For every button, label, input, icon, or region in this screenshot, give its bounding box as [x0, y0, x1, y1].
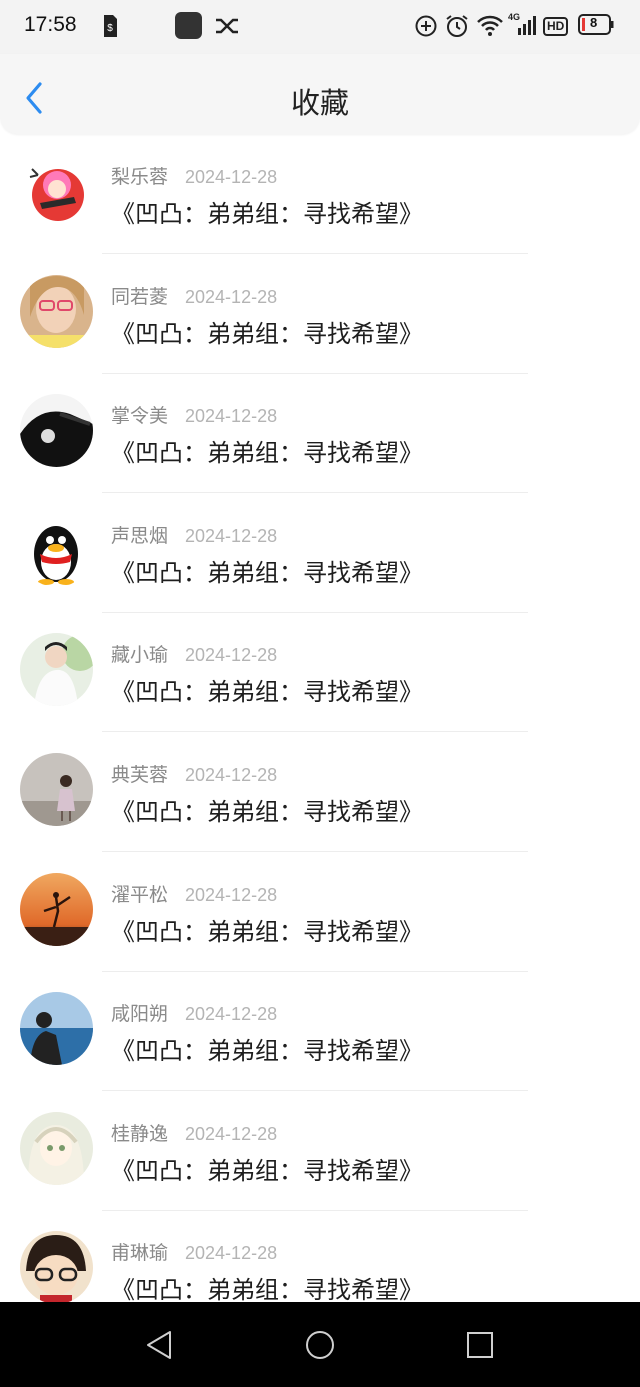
avatar	[20, 752, 93, 826]
post-title: 《凹凸：弟弟组：寻找希望》	[111, 678, 423, 707]
list-item[interactable]: 梨乐蓉 2024-12-28 《凹凸：弟弟组：寻找希望》	[0, 134, 640, 254]
avatar	[20, 1111, 93, 1185]
list-item[interactable]: 同若菱 2024-12-28 《凹凸：弟弟组：寻找希望》	[0, 254, 640, 374]
hd-icon: HD	[543, 15, 569, 36]
wifi-icon	[476, 14, 504, 42]
post-title: 《凹凸：弟弟组：寻找希望》	[111, 439, 423, 468]
post-title: 《凹凸：弟弟组：寻找希望》	[111, 558, 423, 587]
list-item[interactable]: 桂静逸 2024-12-28 《凹凸：弟弟组：寻找希望》	[0, 1091, 640, 1211]
avatar	[20, 394, 93, 468]
battery-level: 8	[590, 15, 598, 30]
status-bar: 17:58 $ 4G HD 8	[0, 0, 640, 54]
favorite-date: 2024-12-28	[185, 645, 278, 666]
list-item[interactable]: 掌令美 2024-12-28 《凹凸：弟弟组：寻找希望》	[0, 373, 640, 494]
favorite-date: 2024-12-28	[185, 764, 278, 785]
add-circle-icon	[414, 14, 438, 42]
avatar	[20, 1231, 93, 1305]
nav-home-button[interactable]	[302, 1327, 338, 1363]
post-title: 《凹凸：弟弟组：寻找希望》	[111, 319, 423, 348]
user-name: 藏小瑜	[111, 644, 169, 667]
network-label: 4G	[508, 12, 521, 22]
avatar	[20, 992, 93, 1066]
app-icon	[175, 12, 203, 44]
post-title: 《凹凸：弟弟组：寻找希望》	[111, 1156, 423, 1185]
favorite-date: 2024-12-28	[185, 167, 278, 187]
user-name: 甫琳瑜	[111, 1242, 169, 1265]
user-name: 掌令美	[111, 405, 169, 428]
back-triangle-icon	[147, 1331, 171, 1359]
nav-back-button[interactable]	[142, 1327, 178, 1363]
list-item[interactable]: 濯平松 2024-12-28 《凹凸：弟弟组：寻找希望》	[0, 852, 640, 972]
shuffle-icon	[214, 14, 240, 42]
alarm-icon	[444, 13, 470, 43]
favorite-date: 2024-12-28	[185, 1243, 278, 1264]
favorites-list: 梨乐蓉 2024-12-28 《凹凸：弟弟组：寻找希望》 同若菱 2024-12-2…	[0, 134, 640, 1330]
user-name: 典芙蓉	[111, 763, 169, 786]
post-title: 《凹凸：弟弟组：寻找希望》	[111, 917, 423, 946]
favorite-date: 2024-12-28	[185, 525, 278, 546]
home-circle-icon	[306, 1331, 334, 1359]
sim-icon: $	[102, 14, 118, 42]
avatar	[20, 872, 93, 946]
post-title: 《凹凸：弟弟组：寻找希望》	[111, 797, 423, 826]
avatar	[20, 633, 93, 707]
app-header: 收藏	[0, 54, 640, 134]
user-name: 濯平松	[111, 883, 169, 906]
favorite-date: 2024-12-28	[185, 884, 278, 905]
user-name: 同若菱	[111, 285, 169, 308]
system-nav-bar	[0, 1302, 640, 1387]
list-item[interactable]: 声思烟 2024-12-28 《凹凸：弟弟组：寻找希望》	[0, 493, 640, 613]
page-title: 收藏	[290, 86, 349, 120]
favorite-date: 2024-12-28	[185, 1004, 278, 1025]
avatar	[20, 155, 93, 228]
favorite-date: 2024-12-28	[185, 1123, 278, 1144]
user-name: 桂静逸	[111, 1122, 169, 1145]
signal-icon: 4G	[508, 12, 540, 42]
avatar	[20, 513, 93, 587]
avatar	[20, 274, 93, 348]
list-item[interactable]: 典芙蓉 2024-12-28 《凹凸：弟弟组：寻找希望》	[0, 732, 640, 852]
favorite-date: 2024-12-28	[185, 406, 278, 427]
user-name: 声思烟	[111, 524, 169, 547]
post-title: 《凹凸：弟弟组：寻找希望》	[111, 1037, 423, 1066]
nav-recents-button[interactable]	[462, 1327, 498, 1363]
svg-text:$: $	[107, 23, 113, 34]
user-name: 梨乐蓉	[111, 166, 169, 188]
post-title: 《凹凸：弟弟组：寻找希望》	[111, 200, 423, 228]
user-name: 咸阳朔	[111, 1003, 169, 1026]
favorite-date: 2024-12-28	[185, 286, 278, 307]
list-item[interactable]: 咸阳朔 2024-12-28 《凹凸：弟弟组：寻找希望》	[0, 971, 640, 1092]
post-title: 《凹凸：弟弟组：寻找希望》	[111, 1276, 423, 1305]
status-time: 17:58	[24, 13, 77, 36]
recents-square-icon	[467, 1332, 493, 1358]
list-item[interactable]: 藏小瑜 2024-12-28 《凹凸：弟弟组：寻找希望》	[0, 612, 640, 733]
